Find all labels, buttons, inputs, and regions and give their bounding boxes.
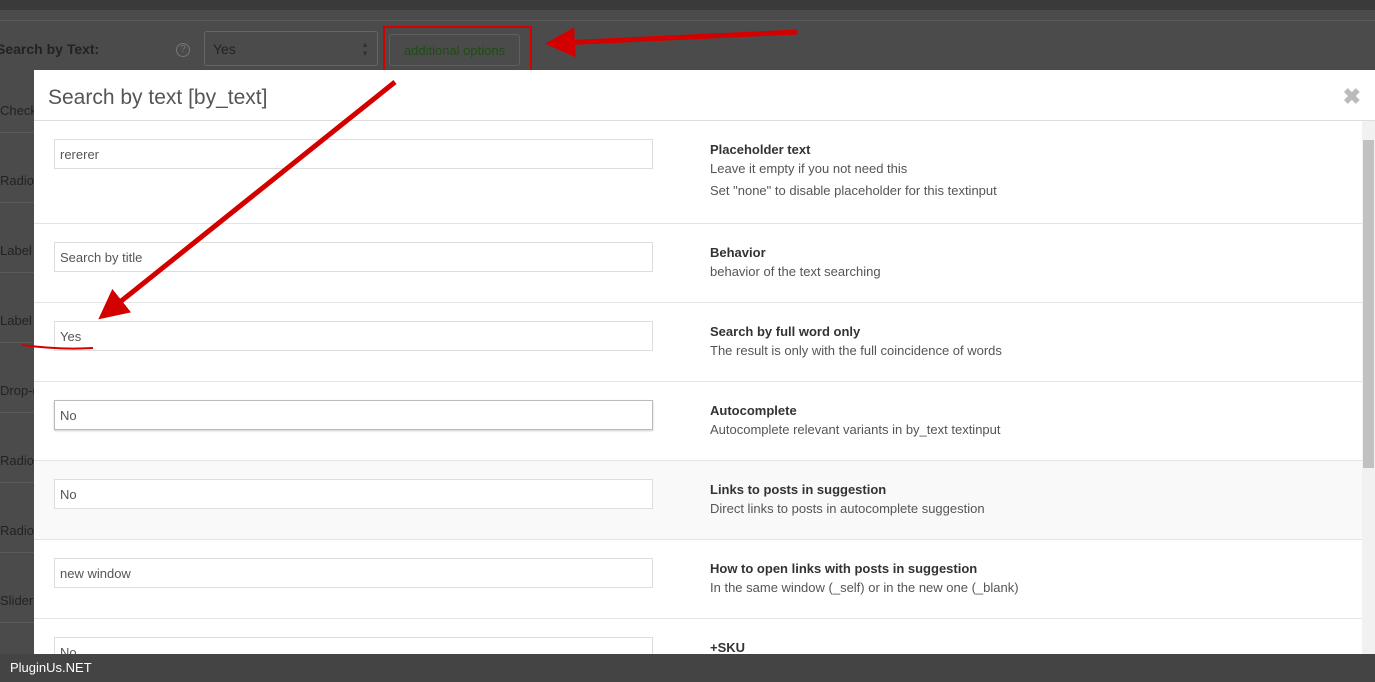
modal-header: Search by text [by_text] ✖ <box>34 70 1375 121</box>
side-label: Radio <box>0 173 34 203</box>
option-title: How to open links with posts in suggesti… <box>710 561 978 576</box>
select-value: Yes <box>213 41 236 57</box>
help-icon[interactable]: ? <box>176 43 190 57</box>
placeholder-text-input[interactable]: rererer <box>54 139 653 169</box>
option-desc: In the same window (_self) or in the new… <box>710 580 1019 595</box>
side-label: Drop-d <box>0 383 34 413</box>
option-row: Search by title Behavior behavior of the … <box>34 224 1362 303</box>
footer: PluginUs.NET <box>0 654 1375 682</box>
option-desc: behavior of the text searching <box>710 264 881 279</box>
side-label: Label <box>0 243 34 273</box>
option-desc: Autocomplete relevant variants in by_tex… <box>710 422 1001 437</box>
option-desc: The result is only with the full coincid… <box>710 343 1002 358</box>
autocomplete-select[interactable]: No <box>54 400 653 430</box>
side-label: Slider <box>0 593 34 623</box>
option-title: Behavior <box>710 245 766 260</box>
brand-label: PluginUs.NET <box>10 660 92 675</box>
side-label: Check <box>0 103 34 133</box>
search-by-text-label: Search by Text: <box>0 41 100 57</box>
search-by-text-select[interactable]: Yes ▲ ▼ <box>204 31 378 66</box>
close-icon[interactable]: ✖ <box>1343 84 1361 110</box>
options-modal: Search by text [by_text] ✖ rererer Place… <box>34 70 1375 682</box>
option-desc: Set "none" to disable placeholder for th… <box>710 183 997 198</box>
side-label: Radio <box>0 523 34 553</box>
option-title: +SKU <box>710 640 746 655</box>
scrollbar-thumb[interactable] <box>1363 140 1374 468</box>
option-title: Placeholder text <box>710 142 811 157</box>
divider <box>0 20 1375 21</box>
side-label: Radio <box>0 453 34 483</box>
option-row: rererer Placeholder text Leave it empty i… <box>34 121 1362 224</box>
select-arrows-icon: ▲ ▼ <box>361 40 369 58</box>
top-bar <box>0 0 1375 10</box>
annotation-highlight-box <box>383 26 532 72</box>
option-row: new window How to open links with posts … <box>34 540 1362 619</box>
side-label: Label <box>0 313 34 343</box>
option-title: Search by full word only <box>710 324 861 339</box>
option-row: No Autocomplete Autocomplete relevant var… <box>34 382 1362 461</box>
option-title: Links to posts in suggestion <box>710 482 887 497</box>
arrow-to-button <box>545 27 798 58</box>
option-row: Yes Search by full word only The result i… <box>34 303 1362 382</box>
option-desc: Direct links to posts in autocomplete su… <box>710 501 985 516</box>
modal-body: rererer Placeholder text Leave it empty i… <box>34 121 1362 682</box>
full-word-only-select[interactable]: Yes <box>54 321 653 351</box>
option-title: Autocomplete <box>710 403 797 418</box>
modal-title: Search by text [by_text] <box>48 86 268 109</box>
option-desc: Leave it empty if you not need this <box>710 161 908 176</box>
open-links-select[interactable]: new window <box>54 558 653 588</box>
option-row: No Links to posts in suggestion Direct li… <box>34 461 1362 540</box>
behavior-select[interactable]: Search by title <box>54 242 653 272</box>
links-in-suggestion-select[interactable]: No <box>54 479 653 509</box>
scrollbar[interactable] <box>1362 121 1375 682</box>
